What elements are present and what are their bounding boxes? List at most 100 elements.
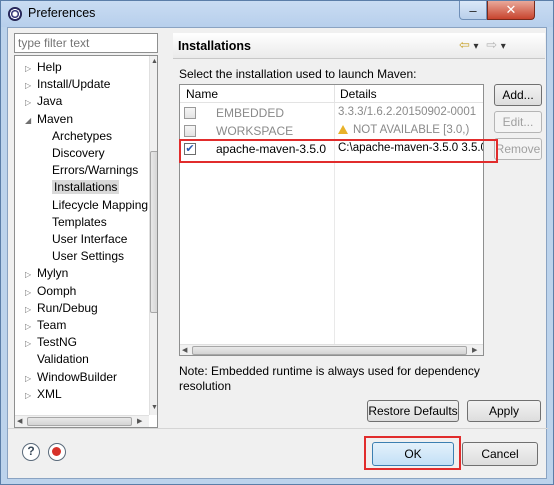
- tree-item[interactable]: ▷ Run/Debug: [25, 300, 98, 317]
- row-checkbox[interactable]: [184, 125, 196, 137]
- tree-item[interactable]: ▷ XML: [25, 386, 62, 403]
- preference-tree: ▷ Help ▷ Install/Update ▷ Java ◢ Maven Archetype…: [14, 55, 158, 428]
- table-header: Name Details: [180, 85, 483, 103]
- tree-item-label: User Settings: [52, 249, 125, 264]
- scroll-down-icon[interactable]: ▼: [151, 404, 157, 411]
- table-row[interactable]: WORKSPACE NOT AVAILABLE [3.0,): [180, 122, 483, 140]
- tree-item[interactable]: Discovery: [40, 145, 105, 162]
- tree-item-label: Team: [37, 318, 67, 332]
- filter-input[interactable]: [14, 33, 158, 53]
- embedded-note: Note: Embedded runtime is always used fo…: [179, 364, 480, 393]
- tree-item-label: Validation: [37, 352, 89, 367]
- tree-item-label: Java: [37, 94, 63, 109]
- tree-item[interactable]: ▷ Team: [25, 317, 66, 334]
- highlight-box-maven-row: [179, 139, 498, 163]
- instruction-text: Select the installation used to launch M…: [179, 67, 417, 81]
- collapsed-arrow-icon[interactable]: ▷: [25, 60, 37, 77]
- pane-sash[interactable]: [163, 58, 169, 428]
- scroll-left-icon[interactable]: ◀: [182, 346, 187, 354]
- tree-vscroll-thumb[interactable]: [150, 151, 157, 313]
- record-icon[interactable]: [48, 443, 66, 461]
- tree-horizontal-scrollbar[interactable]: ◀ ▶: [15, 415, 149, 427]
- dialog-body: ▷Help▷Install/Update▷Java◢MavenArchetype…: [7, 27, 548, 479]
- tree-vertical-scrollbar[interactable]: ▲ ▼: [149, 56, 157, 415]
- collapsed-arrow-icon[interactable]: ▷: [25, 301, 37, 318]
- tree-hscroll-thumb[interactable]: [27, 417, 132, 426]
- collapsed-arrow-icon[interactable]: ▷: [25, 370, 37, 387]
- collapsed-arrow-icon[interactable]: ▷: [25, 387, 37, 404]
- tree-item-label: Archetypes: [52, 128, 113, 143]
- tree-item-label: Maven: [37, 111, 74, 126]
- installations-table: Name Details EMBEDDED 3.3.3/1.6.2.201509…: [179, 84, 484, 356]
- tree-item[interactable]: User Interface: [40, 231, 127, 248]
- remove-button[interactable]: Remove: [494, 138, 542, 160]
- column-header-details[interactable]: Details: [340, 87, 377, 101]
- apply-button[interactable]: Apply: [467, 400, 541, 422]
- row-checkbox[interactable]: [184, 107, 196, 119]
- warning-icon: [338, 125, 348, 134]
- tree-item-label: Discovery: [52, 146, 105, 160]
- title-bar[interactable]: Preferences – ✕: [1, 1, 553, 27]
- window-title: Preferences: [28, 6, 96, 20]
- tree-item-label: TestNG: [37, 335, 78, 350]
- highlight-box-ok: [364, 436, 461, 470]
- restore-defaults-button[interactable]: Restore Defaults: [367, 400, 459, 422]
- page-nav: ⇦ ▾ ⇨ ▾: [459, 37, 506, 53]
- tree-item-label: Templates: [52, 214, 107, 229]
- tree-item[interactable]: Errors/Warnings: [40, 162, 138, 179]
- scroll-left-icon[interactable]: ◀: [17, 417, 22, 425]
- collapsed-arrow-icon[interactable]: ▷: [25, 335, 37, 352]
- tree-item[interactable]: Templates: [40, 214, 107, 231]
- tree-item[interactable]: ▷ TestNG: [25, 334, 77, 351]
- table-hscroll-thumb[interactable]: [192, 346, 467, 355]
- page-header: Installations ⇦ ▾ ⇨ ▾: [173, 33, 545, 59]
- back-arrow-icon[interactable]: ⇦: [459, 37, 470, 52]
- collapsed-arrow-icon[interactable]: ▷: [25, 284, 37, 301]
- tree-item[interactable]: Archetypes: [40, 128, 112, 145]
- tree-item[interactable]: ▷ Mylyn: [25, 265, 68, 282]
- tree-item[interactable]: ◢ Maven: [25, 111, 73, 128]
- installation-name: WORKSPACE: [216, 124, 294, 138]
- installations-page: Installations ⇦ ▾ ⇨ ▾ Select the install…: [173, 28, 547, 428]
- tree-item[interactable]: ▷ Oomph: [25, 283, 76, 300]
- tree-item[interactable]: ▷ Install/Update: [25, 76, 110, 93]
- collapsed-arrow-icon[interactable]: ▷: [25, 77, 37, 94]
- expanded-arrow-icon[interactable]: ◢: [25, 112, 37, 129]
- tree-item[interactable]: Lifecycle Mapping: [40, 197, 148, 214]
- installation-name: EMBEDDED: [216, 106, 285, 120]
- footer-divider: [8, 428, 548, 429]
- scroll-right-icon[interactable]: ▶: [137, 417, 142, 425]
- tree-item[interactable]: Installations: [40, 179, 120, 196]
- collapsed-arrow-icon[interactable]: ▷: [25, 94, 37, 111]
- edit-button[interactable]: Edit...: [494, 111, 542, 133]
- tree-item-label: Mylyn: [37, 266, 69, 281]
- tree-item-label: Help: [37, 60, 62, 74]
- tree-item-label: Installations: [52, 180, 120, 195]
- tree-item[interactable]: Validation: [25, 351, 89, 368]
- scroll-right-icon[interactable]: ▶: [472, 346, 477, 354]
- collapsed-arrow-icon[interactable]: ▷: [25, 266, 37, 283]
- tree-item-label: Lifecycle Mapping: [52, 197, 149, 212]
- add-button[interactable]: Add...: [494, 84, 542, 106]
- close-button[interactable]: ✕: [487, 1, 535, 20]
- table-row[interactable]: EMBEDDED 3.3.3/1.6.2.20150902-0001: [180, 104, 483, 122]
- cancel-button[interactable]: Cancel: [462, 442, 538, 466]
- collapsed-arrow-icon[interactable]: ▷: [25, 318, 37, 335]
- help-icon[interactable]: ?: [22, 443, 40, 461]
- tree-item[interactable]: ▷ WindowBuilder: [25, 369, 117, 386]
- tree-item-label: Run/Debug: [37, 300, 98, 315]
- forward-arrow-icon[interactable]: ⇨: [486, 37, 497, 52]
- tree-item[interactable]: ▷ Java: [25, 93, 62, 110]
- installation-details: NOT AVAILABLE [3.0,): [353, 124, 470, 136]
- back-menu-icon[interactable]: ▾: [474, 41, 479, 52]
- table-horizontal-scrollbar[interactable]: ◀ ▶: [180, 344, 483, 355]
- forward-menu-icon[interactable]: ▾: [501, 41, 506, 52]
- tree-item-label: WindowBuilder: [37, 369, 118, 384]
- tree-item[interactable]: User Settings: [40, 248, 124, 265]
- tree-item-label: Errors/Warnings: [52, 163, 139, 178]
- scroll-up-icon[interactable]: ▲: [151, 58, 157, 65]
- column-header-name[interactable]: Name: [186, 87, 218, 101]
- tree-item[interactable]: ▷ Help: [25, 59, 62, 76]
- preferences-window: Preferences – ✕ ▷Help▷Install/Update▷Jav…: [0, 0, 554, 485]
- minimize-button[interactable]: –: [459, 1, 487, 20]
